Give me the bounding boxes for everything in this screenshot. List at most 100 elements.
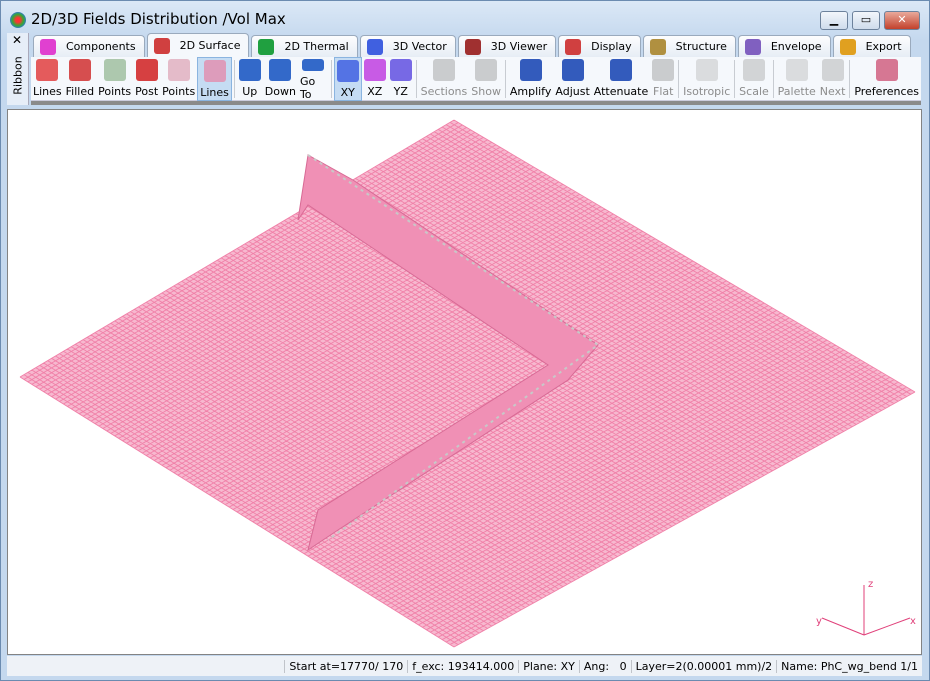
tab-label: Components <box>66 40 136 53</box>
tab-label: 2D Surface <box>179 39 241 52</box>
tab-structure[interactable]: Structure <box>642 35 736 57</box>
maximize-button[interactable]: ▭ <box>852 11 880 30</box>
button-label: Attenuate <box>593 85 649 98</box>
next-button[interactable]: Next <box>818 57 848 101</box>
status-bar: Start at=17770/ 170 f_exc: 193414.000 Plan… <box>7 656 922 676</box>
attenuate-icon <box>610 59 633 81</box>
plane-xz-icon <box>363 59 386 81</box>
axis-label-x: x <box>910 616 916 627</box>
button-label: Amplify <box>509 85 552 98</box>
isotropic-button[interactable]: Isotropic <box>681 57 732 101</box>
scale-button[interactable]: Scale <box>737 57 771 101</box>
axis-x <box>863 617 911 636</box>
tab-label: Envelope <box>770 40 822 53</box>
tab-export[interactable]: Export <box>832 35 911 57</box>
palette-icon <box>785 59 808 81</box>
ribbon-side: ✕ Ribbon <box>7 33 29 105</box>
tab-bar: Components 2D Surface 2D Thermal 3D Vector 3… <box>33 33 913 57</box>
axis-y <box>821 617 865 636</box>
up-button[interactable]: Up <box>237 57 263 101</box>
yz-button[interactable]: YZ <box>388 57 414 101</box>
surface-icon <box>153 37 170 54</box>
lines-button[interactable]: Lines <box>31 57 64 101</box>
tab-3d-viewer[interactable]: 3D Viewer <box>457 35 557 57</box>
preferences-button[interactable]: Preferences <box>852 57 921 101</box>
layer-goto-icon <box>302 59 325 71</box>
points-button[interactable]: Points <box>160 57 197 101</box>
tab-envelope[interactable]: Envelope <box>737 35 831 57</box>
post-icon <box>135 59 158 81</box>
status-field: f_exc: 193414.000 <box>407 659 518 673</box>
vector-icon <box>366 38 383 55</box>
components-icon <box>40 38 56 55</box>
export-icon <box>839 38 856 55</box>
tab-3d-vector[interactable]: 3D Vector <box>359 35 456 57</box>
tab-display[interactable]: Display <box>558 35 641 57</box>
toolbar-separator <box>415 60 417 98</box>
attenuate-button[interactable]: Attenuate <box>592 57 651 101</box>
tab-2d-surface[interactable]: 2D Surface <box>146 33 250 57</box>
status-field: Layer=2(0.00001 mm)/2 <box>630 659 777 673</box>
surface-view[interactable]: z x y <box>7 109 922 655</box>
show-icon <box>475 59 498 81</box>
scale-icon <box>742 59 765 81</box>
toolbar: Lines Filled Points Post Points Lines Up Down Go… <box>31 57 921 101</box>
flat-button[interactable]: Flat <box>650 57 676 101</box>
tab-label: Export <box>865 40 902 53</box>
post-button[interactable]: Post <box>133 57 160 101</box>
ribbon-close-button[interactable]: ✕ <box>12 33 22 47</box>
layer-down-icon <box>269 59 292 81</box>
app-icon <box>10 12 26 28</box>
toolbar-separator <box>678 60 680 98</box>
palette-button[interactable]: Palette <box>776 57 818 101</box>
button-label: Go To <box>299 75 316 101</box>
pink-points-icon <box>167 59 190 81</box>
button-label: Points <box>162 85 196 98</box>
button-label: Scale <box>739 85 769 98</box>
pink-lines-icon <box>203 60 226 82</box>
lines-button[interactable]: Lines <box>197 57 232 101</box>
adjust-button[interactable]: Adjust <box>553 57 591 101</box>
down-button[interactable]: Down <box>263 57 298 101</box>
button-label: Isotropic <box>683 85 731 98</box>
mesh-surface <box>19 119 916 648</box>
amplify-icon <box>519 59 542 81</box>
go-to-button[interactable]: Go To <box>298 57 329 101</box>
sections-button[interactable]: Sections <box>419 57 470 101</box>
toolbar-separator <box>849 60 851 98</box>
mesh-lines-icon <box>36 59 59 81</box>
button-label: Palette <box>777 85 816 98</box>
xz-button[interactable]: XZ <box>362 57 388 101</box>
show-button[interactable]: Show <box>469 57 503 101</box>
viewer-icon <box>464 38 481 55</box>
toolbar-separator <box>504 60 506 98</box>
button-label: Adjust <box>555 85 590 98</box>
plane-yz-icon <box>389 59 412 81</box>
toolbar-scrollbar[interactable] <box>31 101 921 105</box>
display-icon <box>565 38 582 55</box>
close-button[interactable]: ✕ <box>884 11 920 30</box>
button-label: Preferences <box>854 85 920 98</box>
button-label: Up <box>242 85 258 98</box>
button-label: Next <box>819 85 846 98</box>
minimize-button[interactable]: ▁ <box>820 11 848 30</box>
button-label: Down <box>264 85 296 98</box>
amplify-button[interactable]: Amplify <box>508 57 554 101</box>
button-label: Filled <box>65 85 95 98</box>
button-label: Points <box>98 85 132 98</box>
tab-2d-thermal[interactable]: 2D Thermal <box>251 35 358 57</box>
flat-icon <box>652 59 675 81</box>
tab-label: 3D Viewer <box>490 40 548 53</box>
ribbon-label[interactable]: Ribbon <box>12 53 25 99</box>
envelope-icon <box>744 38 761 55</box>
points-button[interactable]: Points <box>96 57 133 101</box>
isotropic-icon <box>695 59 718 81</box>
xy-button[interactable]: XY <box>333 57 362 101</box>
button-label: XY <box>340 86 355 99</box>
app-window: 2D/3D Fields Distribution /Vol Max ▁ ▭ ✕… <box>0 0 930 681</box>
filled-button[interactable]: Filled <box>64 57 96 101</box>
tab-components[interactable]: Components <box>33 35 145 57</box>
surface-plot[interactable]: z x y <box>8 110 921 654</box>
preferences-icon <box>875 59 898 81</box>
thermal-icon <box>258 38 275 55</box>
